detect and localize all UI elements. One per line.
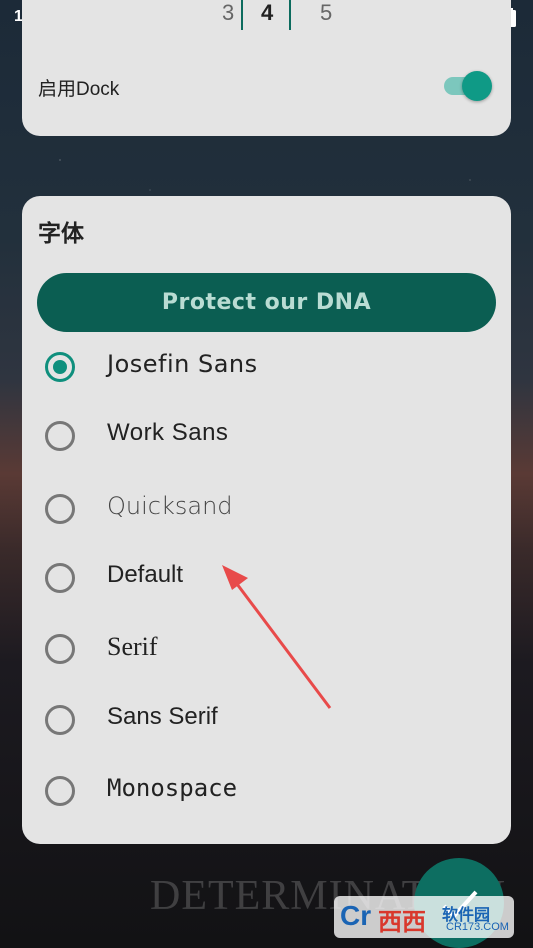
watermark-xixi: 西西 xyxy=(378,909,426,936)
watermark-domain: CR173.COM xyxy=(446,921,509,933)
watermark-cr: Cr xyxy=(340,900,372,931)
watermark-logo: Cr 西西 软件园 CR173.COM xyxy=(334,896,514,938)
annotation-arrow xyxy=(222,565,332,709)
